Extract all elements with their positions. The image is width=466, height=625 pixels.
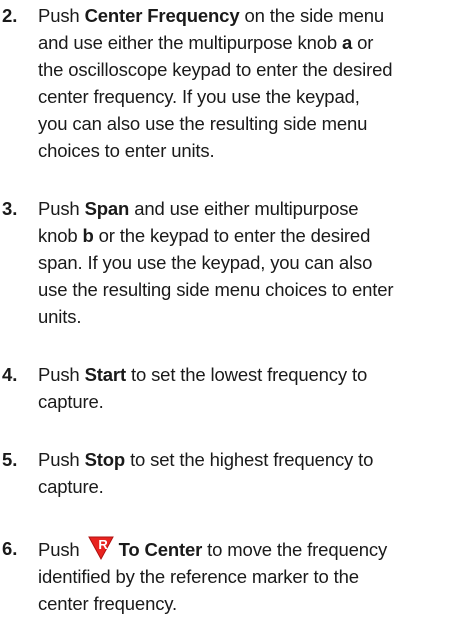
text-run: or <box>352 32 374 53</box>
text-run: to set the highest frequency to <box>125 449 374 470</box>
text-line: use the resulting side menu choices to e… <box>38 276 466 303</box>
text-run: the oscilloscope keypad to enter the des… <box>38 59 393 80</box>
text-line: identified by the reference marker to th… <box>38 563 466 590</box>
step-number: 2. <box>2 5 18 26</box>
bold-term: b <box>82 225 94 246</box>
text-run: center frequency. <box>38 593 178 614</box>
text-run: and use either multipurpose <box>129 198 359 219</box>
text-run: Push <box>38 5 85 26</box>
bold-term: a <box>342 32 353 53</box>
text-run: center frequency. If you use the keypad, <box>38 86 360 107</box>
step-number: 5. <box>2 449 18 470</box>
text-line: capture. <box>38 388 466 415</box>
text-line: you can also use the resulting side menu <box>38 110 466 137</box>
text-line: and use either the multipurpose knob a o… <box>38 29 466 56</box>
step-body: Push Start to set the lowest frequency t… <box>38 361 466 415</box>
text-line: span. If you use the keypad, you can als… <box>38 249 466 276</box>
marker-letter: R <box>98 537 108 552</box>
step-body: Push Center Frequency on the side menu an… <box>38 2 466 164</box>
bold-term: Start <box>84 364 127 385</box>
text-run: capture. <box>38 391 104 412</box>
text-line: choices to enter units. <box>38 137 466 164</box>
text-run: choices to enter units. <box>38 140 215 161</box>
text-line: Push Center Frequency on the side menu <box>38 2 466 29</box>
text-line: Push Start to set the lowest frequency t… <box>38 361 466 388</box>
bold-term: Center Frequency <box>84 5 240 26</box>
text-run: Push <box>38 539 85 560</box>
text-run: capture. <box>38 476 104 497</box>
step-body: Push Stop to set the highest frequency t… <box>38 446 466 500</box>
bold-term: To Center <box>118 539 203 560</box>
text-run: units. <box>38 306 82 327</box>
step-number: 6. <box>2 538 18 559</box>
text-run: knob <box>38 225 83 246</box>
text-run: Push <box>38 198 85 219</box>
text-run: to set the lowest frequency to <box>125 364 368 385</box>
step-body: Push R To Center to move the frequency ide… <box>38 535 466 617</box>
document-page: 2. Push Center Frequency on the side men… <box>0 0 466 625</box>
step-number: 3. <box>2 198 18 219</box>
text-run: or the keypad to enter the desired <box>93 225 371 246</box>
step-number: 4. <box>2 364 18 385</box>
text-run: and use either the multipurpose knob <box>38 32 343 53</box>
text-run: Push <box>38 449 85 470</box>
bold-term: Span <box>84 198 130 219</box>
text-line: capture. <box>38 473 466 500</box>
text-line: units. <box>38 303 466 330</box>
text-run: to move the frequency <box>202 539 388 560</box>
text-line: knob b or the keypad to enter the desire… <box>38 222 466 249</box>
text-line: center frequency. <box>38 590 466 617</box>
text-run: span. If you use the keypad, you can als… <box>38 252 373 273</box>
text-run: on the side menu <box>239 5 384 26</box>
step-body: Push Span and use either multipurpose kno… <box>38 195 466 330</box>
text-line: Push Span and use either multipurpose <box>38 195 466 222</box>
reference-marker-icon: R <box>87 535 115 561</box>
text-run: you can also use the resulting side menu <box>38 113 368 134</box>
text-run: identified by the reference marker to th… <box>38 566 359 587</box>
text-line: Push R To Center to move the frequency <box>38 535 466 563</box>
text-line: the oscilloscope keypad to enter the des… <box>38 56 466 83</box>
text-line: center frequency. If you use the keypad, <box>38 83 466 110</box>
text-run: use the resulting side menu choices to e… <box>38 279 394 300</box>
text-run: Push <box>38 364 85 385</box>
bold-term: Stop <box>84 449 126 470</box>
text-line: Push Stop to set the highest frequency t… <box>38 446 466 473</box>
